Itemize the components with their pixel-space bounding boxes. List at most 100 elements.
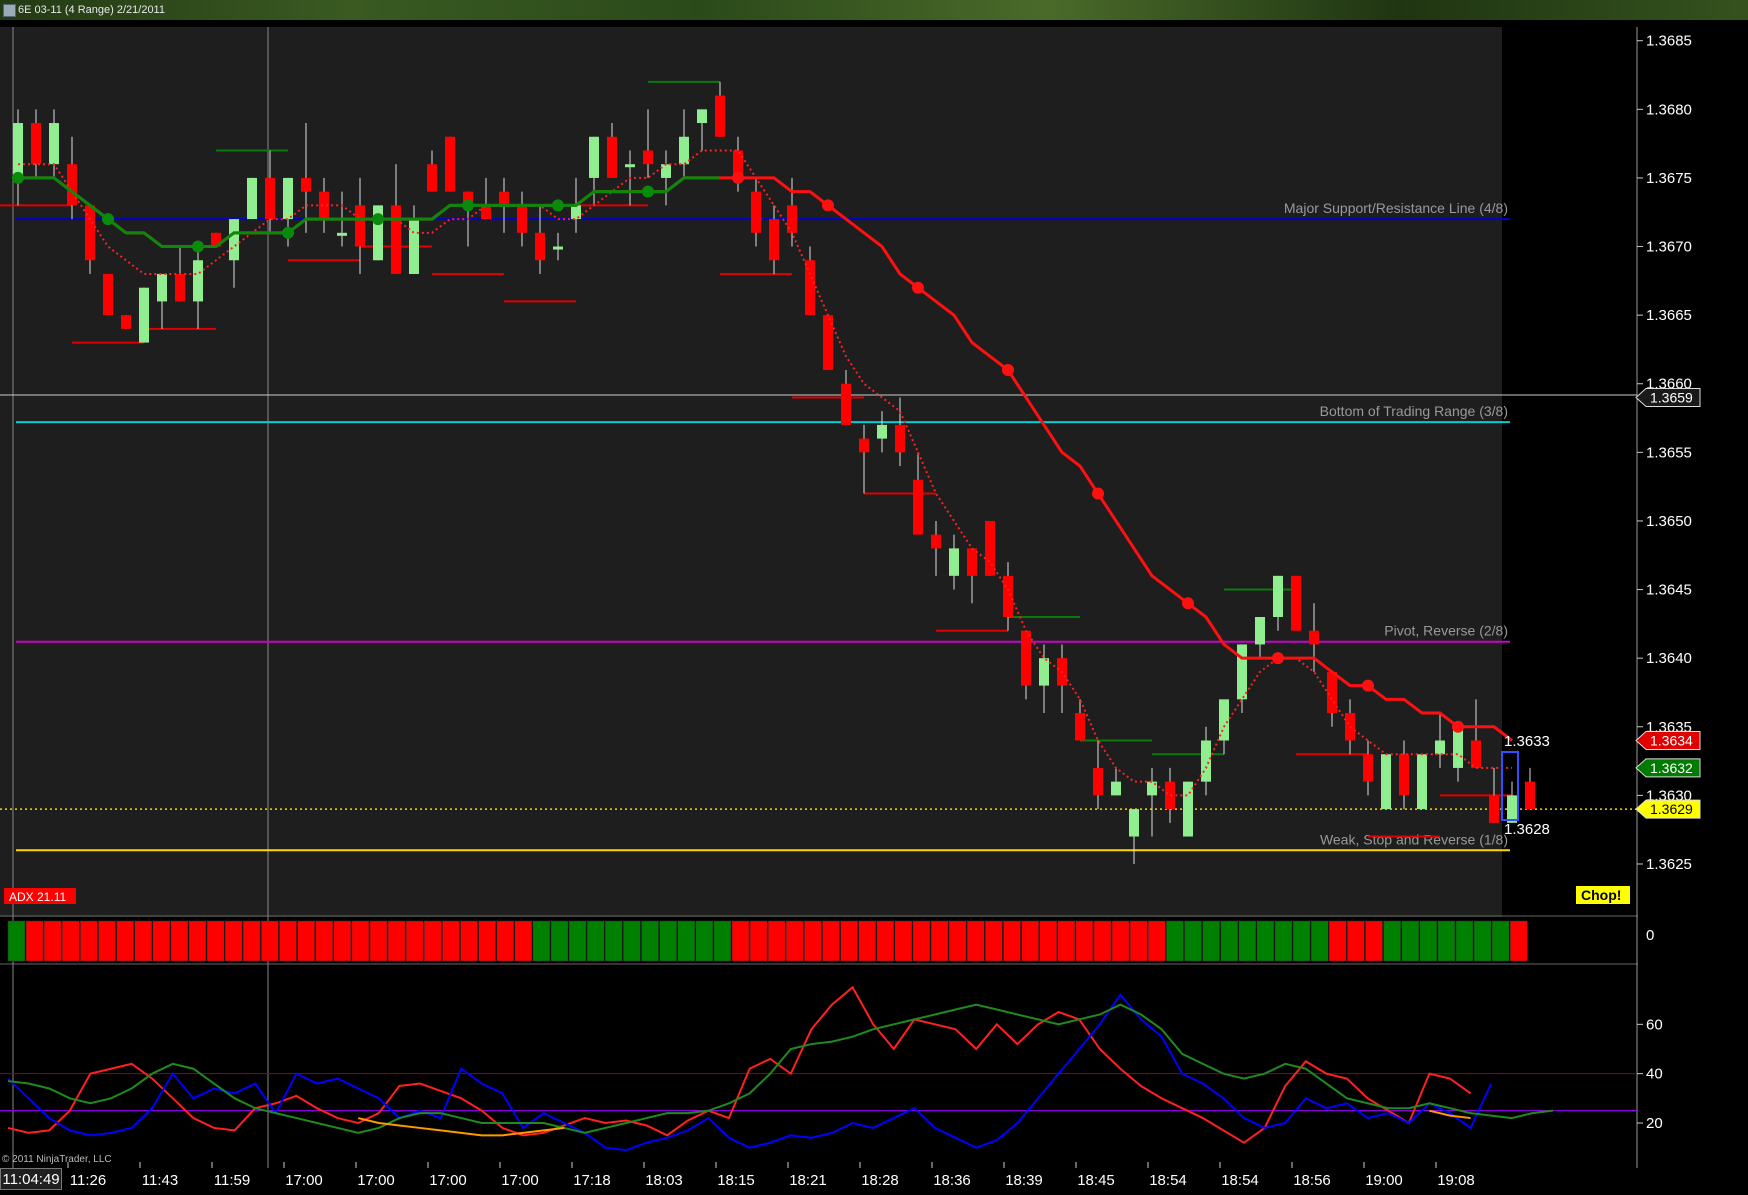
candle-body	[247, 177, 257, 220]
chart-canvas[interactable]: Major Support/Resistance Line (4/8) Botto…	[0, 20, 1748, 1195]
candle-body	[31, 123, 41, 165]
trend-bar	[1274, 920, 1293, 962]
trend-bar	[25, 920, 44, 962]
candle-body	[499, 191, 509, 206]
trend-bar	[514, 920, 533, 962]
trend-bar	[98, 920, 116, 962]
trend-bar	[894, 920, 913, 962]
x-tick-label: 19:08	[1437, 1172, 1475, 1189]
trend-bar	[1202, 920, 1220, 962]
trend-bar	[1238, 920, 1257, 962]
y-tick-label: 1.3655	[1646, 444, 1692, 461]
trend-bar	[659, 920, 677, 962]
candle-body	[895, 424, 905, 453]
y-tick-label: 1.3650	[1646, 513, 1692, 530]
trend-bar	[442, 920, 460, 962]
trend-bar	[1075, 920, 1094, 962]
trend-bar	[605, 920, 623, 962]
trend-bar	[930, 920, 949, 962]
x-tick-label: 18:15	[717, 1172, 755, 1189]
x-tick-label: 17:00	[429, 1172, 467, 1189]
candle-body	[1111, 781, 1121, 796]
x-tick-label: 11:26	[70, 1172, 106, 1189]
ema-marker	[12, 171, 24, 184]
ema-marker	[912, 281, 924, 294]
trend-bar	[279, 920, 297, 962]
trend-bar	[1329, 920, 1347, 962]
trend-bar	[1021, 920, 1039, 962]
trend-bar	[1510, 920, 1528, 962]
price-panel[interactable]	[0, 27, 1502, 917]
trend-bar	[749, 920, 768, 962]
ema-marker	[1182, 597, 1194, 610]
candle-body	[1309, 630, 1319, 645]
candle-body	[1327, 671, 1337, 714]
candle-body	[715, 95, 725, 137]
osc-tick-label: 60	[1646, 1016, 1663, 1033]
price-box-label: 1.3634	[1650, 732, 1693, 748]
x-tick-label: 18:54	[1221, 1172, 1259, 1189]
candle-body	[535, 232, 545, 261]
ema-marker	[552, 199, 564, 212]
candle-body	[409, 219, 419, 274]
candle-body	[1291, 575, 1301, 631]
trend-bar	[224, 920, 243, 962]
candle-body	[1471, 740, 1481, 768]
ema-marker	[1272, 652, 1284, 665]
candle-body	[967, 548, 977, 576]
ema-marker	[1452, 720, 1464, 733]
candle-body	[103, 273, 113, 316]
trend-bar	[912, 920, 931, 962]
trend-bar	[822, 920, 840, 962]
trend-bar	[1093, 920, 1112, 962]
trend-bar	[677, 920, 695, 962]
trend-bar	[1419, 920, 1438, 962]
trend-bar	[1256, 920, 1275, 962]
trend-bar	[1057, 920, 1076, 962]
candle-body	[949, 548, 959, 576]
x-tick-label: 18:45	[1077, 1172, 1115, 1189]
ema-marker	[102, 213, 114, 226]
range-low-label: 1.3628	[1504, 821, 1550, 838]
candle-body	[661, 164, 671, 178]
ema-marker	[282, 226, 294, 239]
trend-bar	[297, 920, 315, 962]
trend-bar	[1111, 920, 1130, 962]
candle-body	[643, 150, 653, 165]
trend-bar	[876, 920, 895, 962]
ema-marker	[732, 171, 744, 184]
candle-body	[913, 479, 923, 535]
ema-marker	[1362, 679, 1374, 692]
osc-tick-label: 20	[1646, 1115, 1663, 1132]
trend-bar	[1383, 920, 1401, 962]
trend-bar	[424, 920, 442, 962]
x-tick-label: 18:03	[645, 1172, 683, 1189]
trend-bar	[243, 920, 261, 962]
candle-body	[229, 219, 239, 261]
price-box-label: 1.3659	[1650, 389, 1693, 405]
ema-marker	[642, 185, 654, 198]
candle-body	[391, 205, 401, 274]
candle-body	[1165, 781, 1175, 810]
candle-body	[697, 109, 707, 124]
candle-body	[481, 205, 491, 220]
level-label: Pivot, Reverse (2/8)	[1384, 623, 1508, 639]
candle-body	[769, 219, 779, 261]
candle-body	[1453, 726, 1463, 768]
candle-body	[121, 315, 131, 329]
candle-body	[355, 205, 365, 247]
trend-bar	[62, 920, 80, 962]
candle-body	[13, 123, 23, 178]
trend-bar	[1292, 920, 1311, 962]
trend-bar	[405, 920, 424, 962]
level-label: Major Support/Resistance Line (4/8)	[1284, 200, 1508, 216]
trend-bar	[261, 920, 279, 962]
candle-body	[157, 273, 167, 302]
candle-body	[1093, 767, 1103, 796]
clock-readout: 11:04:49	[0, 1168, 62, 1190]
trend-bar	[1491, 920, 1510, 962]
trend-bar	[948, 920, 967, 962]
trend-bar	[496, 920, 514, 962]
ema-marker	[372, 213, 384, 226]
adx-label: ADX 21.11	[9, 890, 66, 904]
